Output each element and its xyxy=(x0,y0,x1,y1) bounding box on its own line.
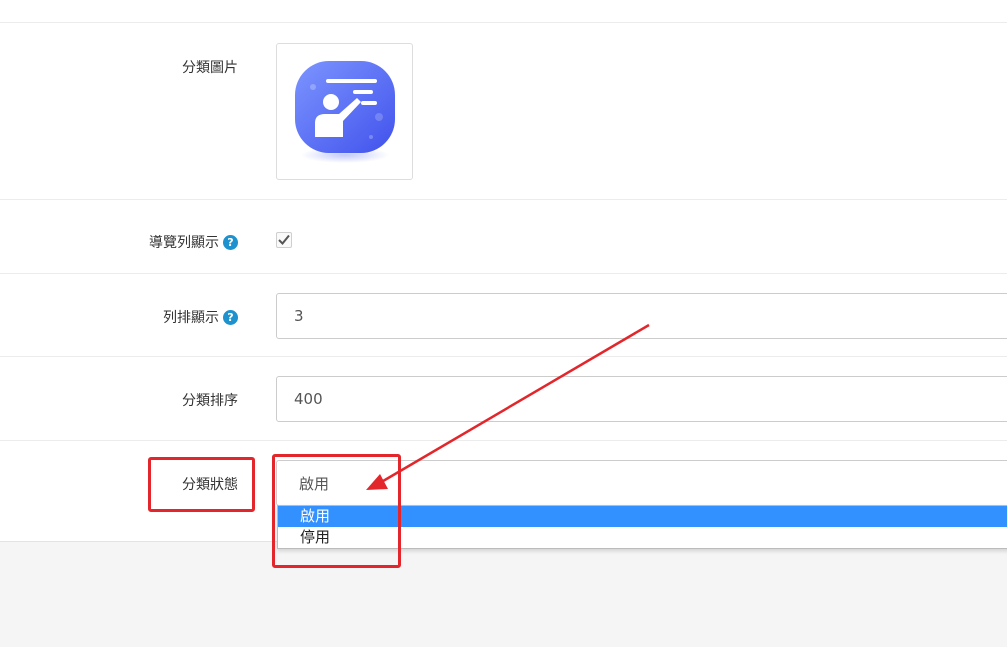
presentation-teacher-icon xyxy=(294,60,395,163)
sort-label: 分類排序 xyxy=(182,393,238,409)
question-circle-icon[interactable]: ? xyxy=(223,309,238,325)
status-label: 分類狀態 xyxy=(182,477,238,493)
image-label: 分類圖片 xyxy=(182,60,238,76)
status-select[interactable]: 啟用 xyxy=(276,460,1007,506)
question-circle-icon[interactable]: ? xyxy=(223,234,238,250)
columns-input[interactable]: 3 xyxy=(276,293,1007,339)
image-row xyxy=(0,22,1007,200)
sort-input[interactable]: 400 xyxy=(276,376,1007,422)
nav-checkbox[interactable] xyxy=(276,232,292,248)
status-option-enabled[interactable]: 啟用 xyxy=(278,506,1007,527)
category-form-panel: 分類圖片 導覽列顯示 ? 列排顯示 ? 3 分類排序 400 分類狀態 啟用 xyxy=(0,0,1007,542)
status-dropdown-list: 啟用 停用 xyxy=(277,505,1007,549)
checkmark-icon xyxy=(278,234,290,245)
nav-label: 導覽列顯示 ? xyxy=(149,232,238,252)
category-image-thumbnail[interactable] xyxy=(276,43,413,180)
columns-label: 列排顯示 ? xyxy=(163,307,238,327)
status-option-disabled[interactable]: 停用 xyxy=(278,527,1007,548)
